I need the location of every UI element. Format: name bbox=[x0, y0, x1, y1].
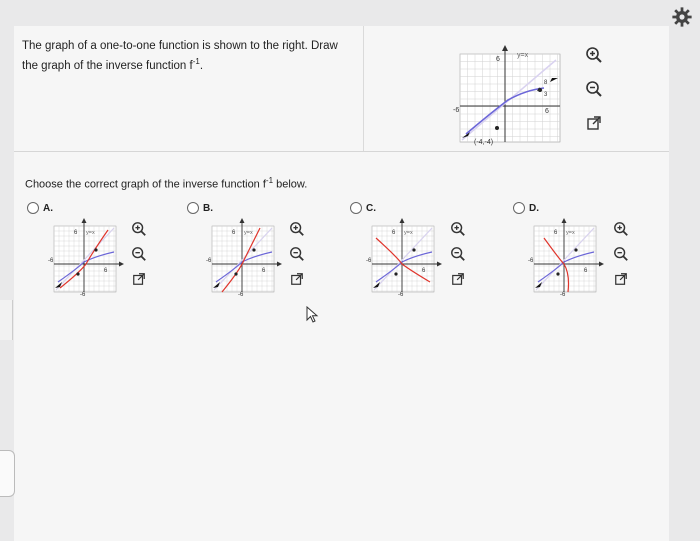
point bbox=[234, 272, 238, 276]
x-axis-arrow bbox=[599, 261, 604, 267]
option-a[interactable]: A. bbox=[27, 202, 53, 214]
tick-neg6-x: -6 bbox=[366, 258, 372, 264]
tick-neg6-y: -6 bbox=[398, 292, 404, 298]
option-d-tools bbox=[610, 218, 632, 290]
scrollbar[interactable] bbox=[0, 300, 13, 340]
tick-neg6-y: -6 bbox=[560, 292, 566, 298]
point bbox=[412, 248, 416, 252]
choose-prompt: Choose the correct graph of the inverse … bbox=[25, 176, 308, 191]
option-c[interactable]: C. bbox=[350, 202, 376, 214]
zoom-in-icon[interactable] bbox=[447, 218, 469, 240]
tick-neg6-x: -6 bbox=[48, 258, 54, 264]
tick-neg6-x: -6 bbox=[528, 258, 534, 264]
point bbox=[394, 272, 398, 276]
zoom-in-icon[interactable] bbox=[583, 44, 605, 66]
zoom-out-icon[interactable] bbox=[128, 243, 150, 265]
tick-6-x: 6 bbox=[545, 108, 549, 115]
option-b-tools bbox=[286, 218, 308, 290]
gear-icon[interactable] bbox=[671, 6, 693, 28]
side-tab[interactable] bbox=[0, 450, 15, 497]
x-axis-arrow bbox=[437, 261, 442, 267]
zoom-in-icon[interactable] bbox=[610, 218, 632, 240]
radio-a[interactable] bbox=[27, 202, 39, 214]
point bbox=[252, 248, 256, 252]
radio-c[interactable] bbox=[350, 202, 362, 214]
tick-neg6-x: -6 bbox=[206, 258, 212, 264]
tick-neg6-y: -6 bbox=[80, 292, 86, 298]
function-graph: y=x 6 -6 6 (-4,-4) 8 3 4 bbox=[453, 45, 561, 146]
point bbox=[574, 248, 578, 252]
point bbox=[94, 248, 98, 252]
zoom-out-icon[interactable] bbox=[286, 243, 308, 265]
radio-d[interactable] bbox=[513, 202, 525, 214]
external-link-icon[interactable] bbox=[447, 268, 469, 290]
zoom-out-icon[interactable] bbox=[447, 243, 469, 265]
option-d-graph: 6 y=x-66-6 bbox=[528, 218, 604, 298]
option-d[interactable]: D. bbox=[513, 202, 539, 214]
yx-label: y=x bbox=[244, 230, 253, 236]
question-text: The graph of a one-to-one function is sh… bbox=[22, 40, 338, 72]
zoom-out-icon[interactable] bbox=[583, 78, 605, 100]
external-link-icon[interactable] bbox=[583, 112, 605, 134]
zoom-out-icon[interactable] bbox=[610, 243, 632, 265]
y-axis-arrow bbox=[239, 218, 245, 223]
main-graph-tools bbox=[583, 44, 605, 134]
yx-label: y=x bbox=[517, 52, 529, 59]
zoom-in-icon[interactable] bbox=[128, 218, 150, 240]
y-axis-arrow bbox=[561, 218, 567, 223]
option-b[interactable]: B. bbox=[187, 202, 213, 214]
yx-label: y=x bbox=[566, 230, 575, 236]
tick-6-y: 6 bbox=[496, 56, 500, 63]
x-axis-arrow bbox=[119, 261, 124, 267]
tick-neg6-y: -6 bbox=[238, 292, 244, 298]
external-link-icon[interactable] bbox=[286, 268, 308, 290]
option-c-graph: 6 y=x-66-6 bbox=[366, 218, 442, 298]
axis-arrow bbox=[502, 45, 508, 51]
external-link-icon[interactable] bbox=[610, 268, 632, 290]
option-c-tools bbox=[447, 218, 469, 290]
option-a-graph: 6 y=x-66-6 bbox=[48, 218, 124, 298]
divider-vertical bbox=[363, 26, 364, 151]
y-axis-arrow bbox=[399, 218, 405, 223]
tick-neg6-x: -6 bbox=[453, 107, 459, 114]
y-axis-arrow bbox=[81, 218, 87, 223]
point-b bbox=[495, 126, 499, 130]
yx-label: y=x bbox=[86, 230, 95, 236]
point bbox=[556, 272, 560, 276]
point bbox=[76, 272, 80, 276]
point-b-label: (-4,-4) bbox=[474, 139, 493, 146]
external-link-icon[interactable] bbox=[128, 268, 150, 290]
option-a-tools bbox=[128, 218, 150, 290]
mouse-cursor-icon bbox=[306, 306, 319, 323]
option-b-graph: 6 y=x-66-6 bbox=[206, 218, 282, 298]
x-axis-arrow bbox=[277, 261, 282, 267]
zoom-in-icon[interactable] bbox=[286, 218, 308, 240]
divider bbox=[14, 151, 669, 152]
yx-label: y=x bbox=[404, 230, 413, 236]
radio-b[interactable] bbox=[187, 202, 199, 214]
